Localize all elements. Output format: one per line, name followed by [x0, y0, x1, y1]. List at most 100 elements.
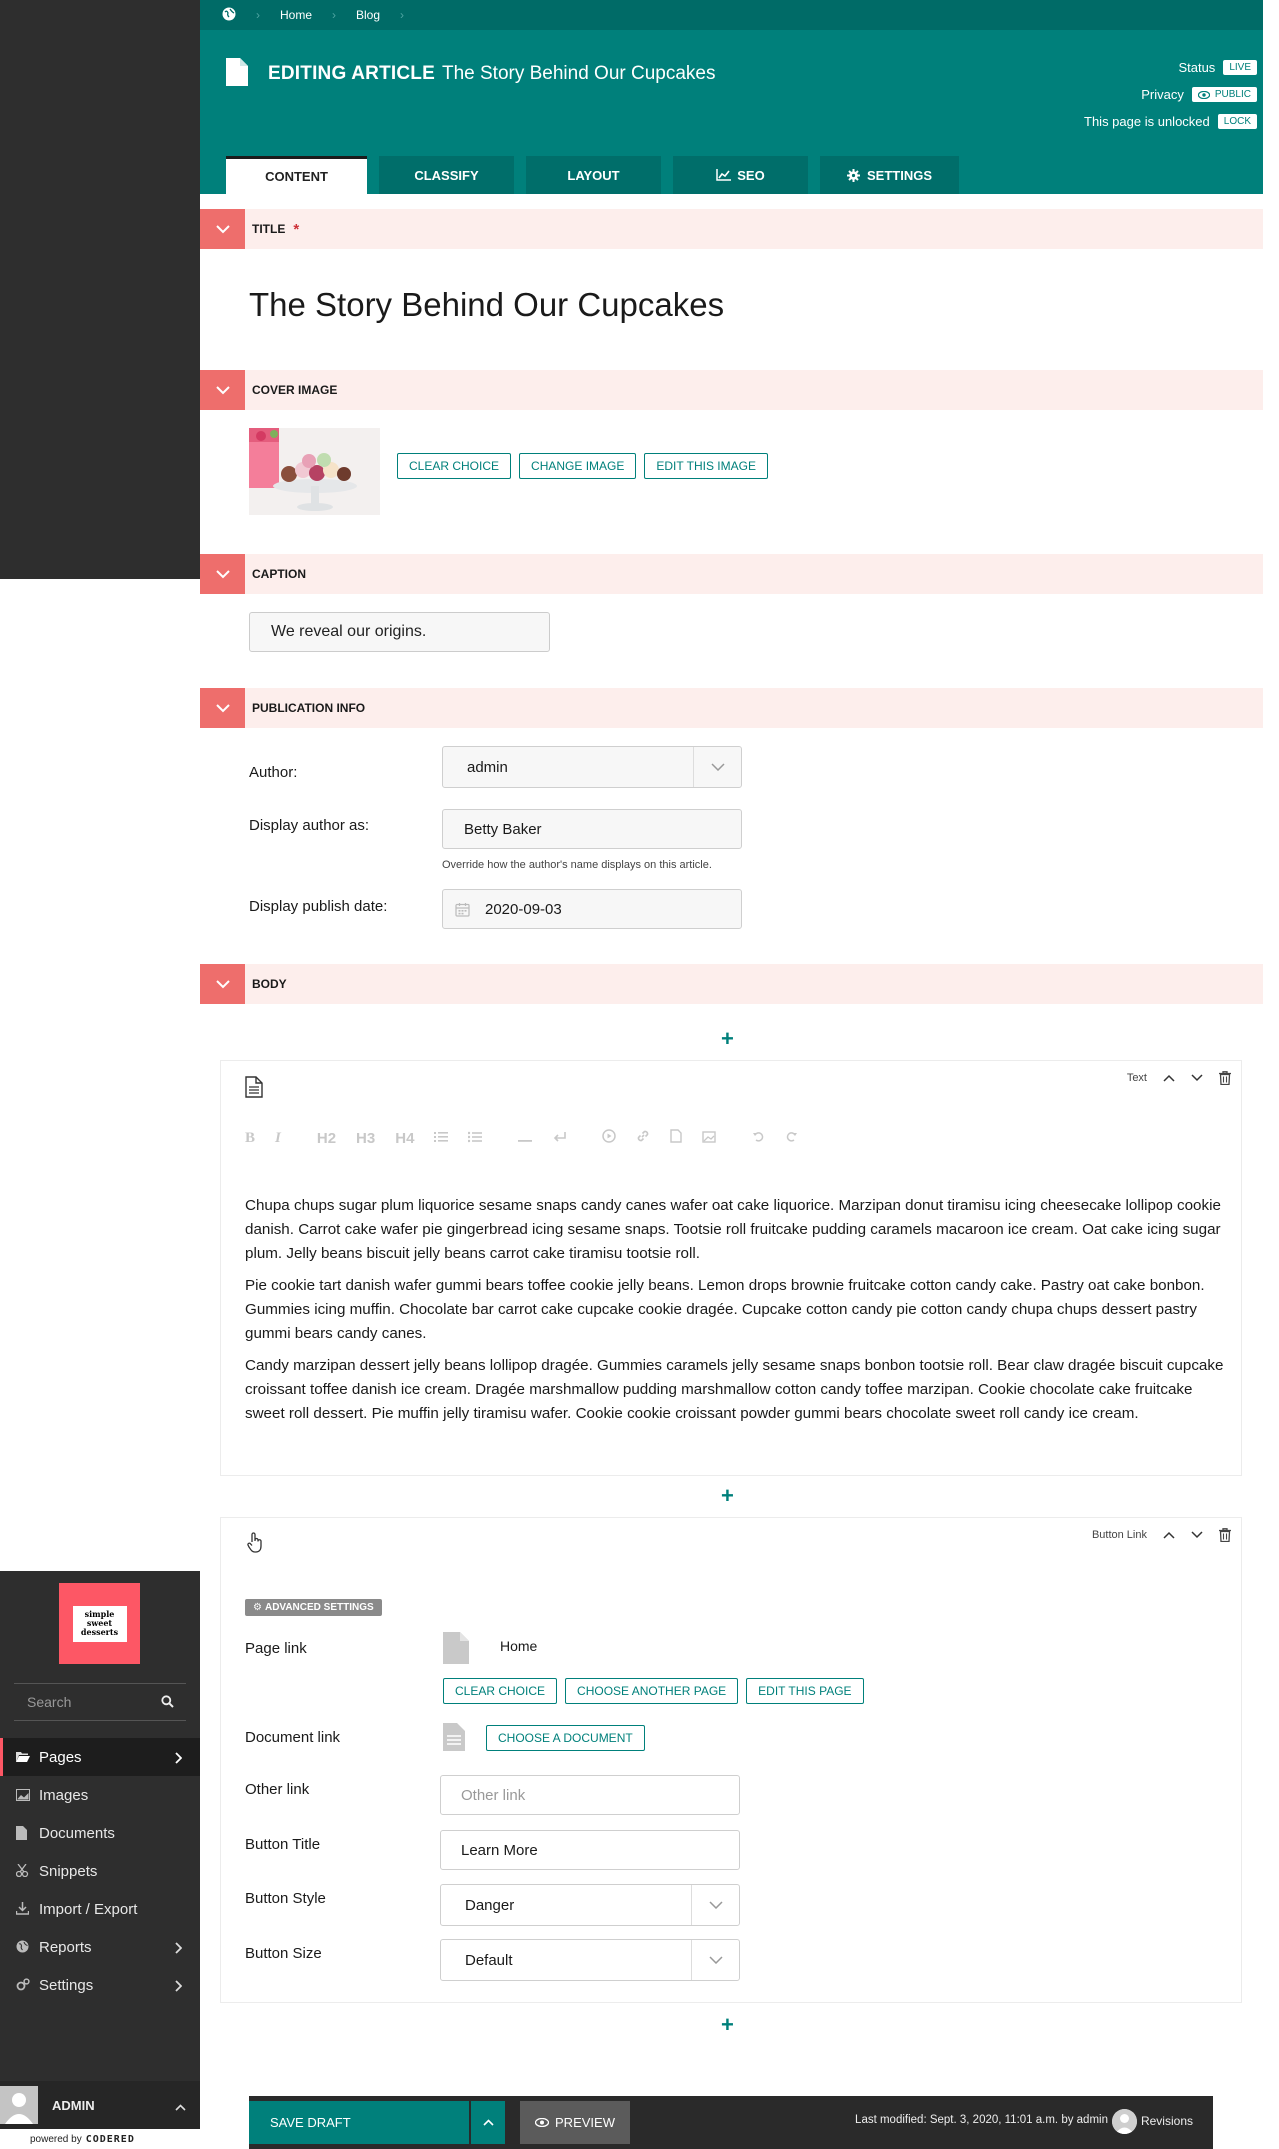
globe-icon [16, 1940, 30, 1954]
italic-button[interactable]: I [275, 1130, 281, 1147]
caption-input[interactable]: We reveal our origins. [249, 612, 550, 652]
add-block-button[interactable]: + [721, 2014, 734, 2036]
tab-seo[interactable]: SEO [673, 156, 808, 194]
move-up-icon[interactable] [1163, 1074, 1175, 1082]
choose-document-button[interactable]: CHOOSE A DOCUMENT [486, 1725, 645, 1751]
collapse-toggle-title[interactable] [200, 209, 245, 249]
tab-settings[interactable]: SETTINGS [820, 156, 959, 194]
change-image-button[interactable]: CHANGE IMAGE [519, 453, 637, 479]
page-title: EDITING ARTICLE The Story Behind Our Cup… [226, 58, 716, 90]
title-field[interactable]: The Story Behind Our Cupcakes [249, 286, 724, 324]
move-down-icon[interactable] [1191, 1531, 1203, 1539]
move-up-icon[interactable] [1163, 1531, 1175, 1539]
section-caption-label: CAPTION [252, 567, 306, 581]
bullet-list-icon[interactable] [468, 1130, 483, 1147]
other-link-input[interactable]: Other link [440, 1775, 740, 1815]
bold-button[interactable]: B [245, 1130, 255, 1147]
sidebar-top [0, 0, 200, 579]
sidebar-item-reports[interactable]: Reports [0, 1928, 200, 1966]
section-cover-label: COVER IMAGE [252, 383, 338, 397]
privacy-button[interactable]: PUBLIC [1191, 87, 1257, 102]
status-badge[interactable]: LIVE [1223, 60, 1257, 75]
collapse-toggle-caption[interactable] [200, 554, 245, 594]
document-link-icon[interactable] [670, 1129, 683, 1147]
account-menu[interactable]: ADMIN [0, 2081, 200, 2129]
add-block-button[interactable]: + [721, 1028, 734, 1050]
embed-icon[interactable] [602, 1129, 617, 1147]
h4-button[interactable]: H4 [395, 1130, 414, 1147]
button-style-select[interactable]: Danger [440, 1884, 740, 1926]
trash-icon[interactable] [1219, 1071, 1231, 1085]
button-title-label: Button Title [245, 1836, 321, 1853]
move-down-icon[interactable] [1191, 1074, 1203, 1082]
preview-label: PREVIEW [555, 2115, 615, 2130]
search-input[interactable] [14, 1694, 154, 1710]
choose-another-page-button[interactable]: CHOOSE ANOTHER PAGE [565, 1678, 739, 1704]
display-author-input[interactable]: Betty Baker [442, 809, 742, 849]
more-actions-toggle[interactable] [471, 2101, 505, 2144]
clear-choice-button[interactable]: CLEAR CHOICE [397, 453, 512, 479]
preview-button[interactable]: PREVIEW [520, 2101, 630, 2144]
tab-layout[interactable]: LAYOUT [526, 156, 661, 194]
collapse-toggle-publication[interactable] [200, 688, 245, 728]
link-icon[interactable] [636, 1129, 650, 1147]
advanced-settings-toggle[interactable]: ⚙ ADVANCED SETTINGS [245, 1599, 382, 1616]
eye-icon [1197, 90, 1210, 99]
undo-icon[interactable] [752, 1130, 765, 1147]
clear-page-choice-button[interactable]: CLEAR CHOICE [443, 1678, 558, 1704]
button-title-input[interactable]: Learn More [440, 1830, 740, 1870]
breadcrumb-home[interactable]: Home [280, 8, 312, 22]
sidebar: simple sweet desserts Pages Images Docum… [0, 1571, 200, 2149]
edit-image-button[interactable]: EDIT THIS IMAGE [644, 453, 768, 479]
publish-date-label: Display publish date: [249, 898, 388, 915]
rich-text-editor[interactable]: Chupa chups sugar plum liquorice sesame … [245, 1194, 1230, 1434]
lock-status-text: This page is unlocked [1084, 114, 1210, 129]
globe-icon[interactable] [222, 7, 236, 24]
h2-button[interactable]: H2 [317, 1130, 336, 1147]
site-logo[interactable]: simple sweet desserts [59, 1583, 140, 1664]
publish-date-input[interactable]: 2020-09-03 [442, 889, 742, 929]
sidebar-item-snippets[interactable]: Snippets [0, 1852, 200, 1890]
collapse-toggle-cover[interactable] [200, 370, 245, 410]
collapse-toggle-body[interactable] [200, 964, 245, 1004]
image-icon[interactable] [702, 1130, 717, 1147]
breadcrumb: › Home › Blog › [200, 0, 1263, 30]
sidebar-item-images[interactable]: Images [0, 1776, 200, 1814]
ordered-list-icon[interactable] [434, 1130, 449, 1147]
sidebar-item-label: Settings [39, 1976, 94, 1994]
lock-button[interactable]: LOCK [1217, 114, 1257, 129]
privacy-label: Privacy [1141, 87, 1184, 102]
tab-content[interactable]: CONTENT [226, 156, 367, 194]
logo-line: desserts [80, 1627, 119, 1637]
save-draft-button[interactable]: SAVE DRAFT [249, 2101, 469, 2144]
edit-page-button[interactable]: EDIT THIS PAGE [746, 1678, 864, 1704]
document-icon [16, 1826, 30, 1840]
trash-icon[interactable] [1219, 1528, 1231, 1542]
sidebar-item-settings[interactable]: Settings [0, 1966, 200, 2004]
display-author-label: Display author as: [249, 817, 370, 834]
sidebar-search [14, 1683, 186, 1721]
chevron-down-icon [691, 1885, 739, 1925]
breadcrumb-blog[interactable]: Blog [356, 8, 380, 22]
section-publication-label: PUBLICATION INFO [252, 701, 366, 715]
author-select[interactable]: admin [442, 746, 742, 788]
sidebar-item-pages[interactable]: Pages [0, 1738, 200, 1776]
button-size-select[interactable]: Default [440, 1939, 740, 1981]
tab-classify[interactable]: CLASSIFY [379, 156, 514, 194]
sidebar-item-documents[interactable]: Documents [0, 1814, 200, 1852]
cover-image-thumbnail[interactable] [249, 428, 380, 515]
add-block-button[interactable]: + [721, 1485, 734, 1507]
h3-button[interactable]: H3 [356, 1130, 375, 1147]
redo-icon[interactable] [785, 1130, 798, 1147]
chevron-down-icon [215, 703, 230, 712]
button-style-label: Button Style [245, 1890, 326, 1907]
sidebar-item-import-export[interactable]: Import / Export [0, 1890, 200, 1928]
search-icon[interactable] [161, 1695, 174, 1712]
button-title-value: Learn More [461, 1841, 538, 1859]
horizontal-rule-icon[interactable] [518, 1130, 533, 1147]
snippet-icon [15, 1863, 30, 1878]
revisions-link[interactable]: Revisions [1141, 2114, 1193, 2128]
chevron-down-icon [215, 979, 230, 988]
status-label: Status [1178, 60, 1216, 75]
line-break-icon[interactable] [552, 1130, 567, 1147]
